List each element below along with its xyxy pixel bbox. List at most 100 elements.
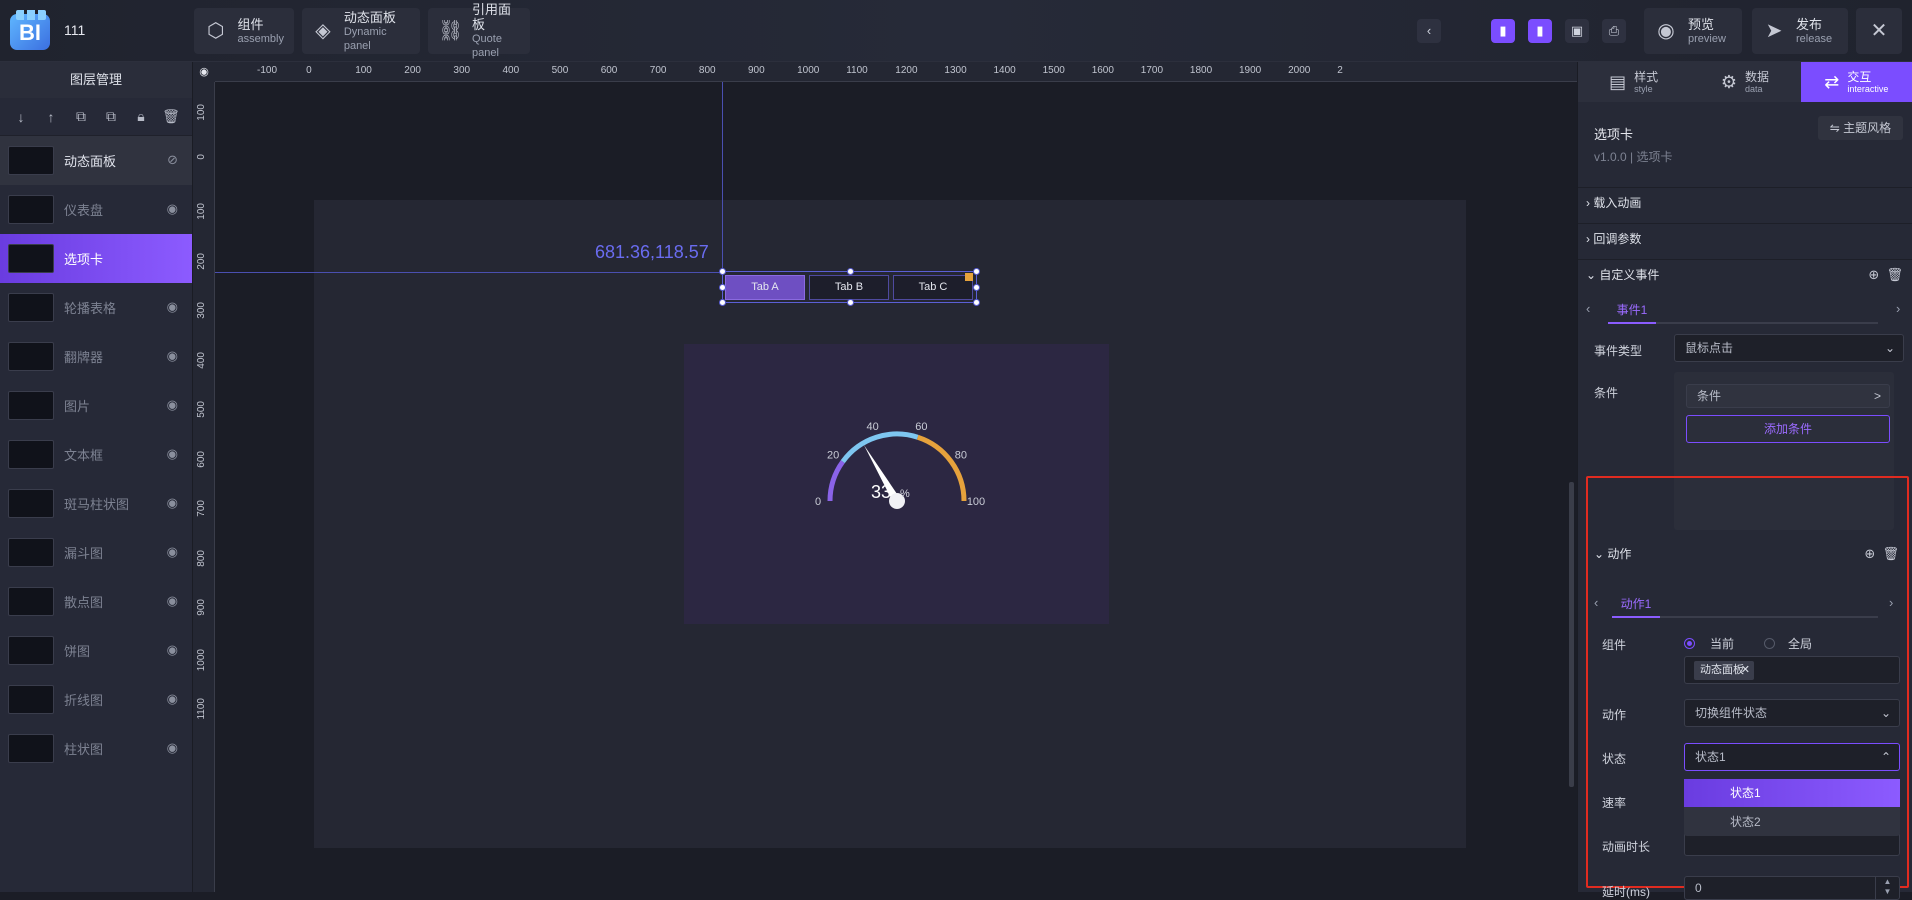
eye-icon[interactable]: ◉ (167, 299, 178, 315)
eye-hidden-icon[interactable]: ⊘ (167, 152, 178, 168)
release-button[interactable]: ➤ 发布 release (1752, 8, 1848, 54)
save-icon[interactable]: ⎙ (1602, 19, 1626, 43)
eye-icon[interactable]: ◉ (167, 201, 178, 217)
layer-name: 翻牌器 (64, 350, 104, 365)
resize-handle[interactable] (719, 268, 726, 275)
section-action[interactable]: ⌄ 动作 ⊕ 🗑︎ (1578, 539, 1912, 569)
layer-item[interactable]: 折线图 ◉ (0, 675, 192, 724)
section-load-animation[interactable]: › 载入动画 (1578, 187, 1912, 217)
move-down-icon[interactable]: ↓ (11, 109, 31, 125)
prev-action-icon[interactable]: ‹ (1594, 595, 1598, 610)
layer-item[interactable]: 饼图 ◉ (0, 626, 192, 675)
image-icon[interactable]: ▣ (1565, 19, 1589, 43)
eye-icon[interactable]: ◉ (167, 642, 178, 658)
layer-item[interactable]: 动态面板 ⊘ (0, 136, 192, 185)
left-panel-toggle-icon[interactable]: ▮ (1491, 19, 1515, 43)
add-event-icon[interactable]: ⊕ (1868, 267, 1879, 282)
resize-handle[interactable] (847, 299, 854, 306)
layer-item[interactable]: 文本框 ◉ (0, 430, 192, 479)
chevron-down-icon: ⌄ (1880, 706, 1891, 720)
layer-item[interactable]: 斑马柱状图 ◉ (0, 479, 192, 528)
state-option-2[interactable]: 状态2 (1684, 808, 1900, 836)
layer-item[interactable]: 图片 ◉ (0, 381, 192, 430)
layer-item[interactable]: 仪表盘 ◉ (0, 185, 192, 234)
prev-event-icon[interactable]: ‹ (1586, 301, 1590, 316)
preview-button[interactable]: ◉ 预览 preview (1644, 8, 1742, 54)
tab-a[interactable]: Tab A (725, 275, 805, 300)
move-up-icon[interactable]: ↑ (41, 109, 61, 125)
theme-style-button[interactable]: ⇋ 主题风格 (1818, 116, 1903, 140)
eye-icon[interactable]: ◉ (167, 544, 178, 560)
add-condition-button[interactable]: 添加条件 (1686, 415, 1890, 443)
state-option-1[interactable]: 状态1 (1684, 779, 1900, 807)
section-custom-event[interactable]: ⌄ 自定义事件 ⊕ 🗑︎ (1578, 259, 1912, 289)
layer-thumbnail (8, 195, 54, 224)
eye-icon[interactable]: ◉ (167, 446, 178, 462)
gauge-panel[interactable]: 0 20 40 60 80 100 33 % (684, 344, 1109, 624)
vertical-ruler[interactable]: 100 0 100 200 300 400 500 600 700 800 900 1000 1100 (193, 82, 215, 892)
right-panel-toggle-icon[interactable]: ▮ (1528, 19, 1552, 43)
delete-icon[interactable]: 🗑︎ (161, 108, 181, 125)
tab-c[interactable]: Tab C (893, 275, 973, 300)
resize-handle[interactable] (973, 268, 980, 275)
eye-icon[interactable]: ◉ (167, 740, 178, 756)
layer-item[interactable]: 柱状图 ◉ (0, 724, 192, 773)
layer-item[interactable]: 选项卡 (0, 234, 192, 283)
event-type-select[interactable]: 鼠标点击 ⌄ (1674, 334, 1904, 362)
eye-icon[interactable]: ◉ (167, 495, 178, 511)
radio-current[interactable] (1684, 638, 1695, 649)
dynamic-panel-button[interactable]: ◈ 动态面板 Dynamic panel (302, 8, 420, 54)
resize-handle[interactable] (973, 284, 980, 291)
layer-item[interactable]: 漏斗图 ◉ (0, 528, 192, 577)
stepper-down-icon[interactable]: ▼ (1876, 887, 1899, 897)
chip-close-icon[interactable]: ✕ (1741, 661, 1750, 680)
duplicate-icon[interactable]: ⧉ (101, 108, 121, 125)
tab-component[interactable]: Tab A Tab B Tab C (719, 268, 980, 306)
eye-icon[interactable]: ◉ (167, 593, 178, 609)
action-select[interactable]: 切换组件状态 ⌄ (1684, 699, 1900, 727)
ruler-eye-icon[interactable]: ◉ (193, 62, 215, 82)
horizontal-ruler[interactable]: -100 0 100 200 300 400 500 600 700 800 900 1000 1100… (215, 62, 1577, 82)
eye-icon[interactable]: ◉ (167, 397, 178, 413)
assembly-button[interactable]: ⬡ 组件 assembly (194, 8, 294, 54)
condition-select[interactable]: 条件 > (1686, 384, 1890, 408)
resize-handle[interactable] (973, 299, 980, 306)
quote-panel-button[interactable]: ⛓ 引用面板 Quote panel (428, 2, 530, 59)
resize-handle[interactable] (719, 284, 726, 291)
stepper[interactable]: ▲ ▼ (1875, 877, 1899, 899)
event-tab-1[interactable]: 事件1 (1608, 296, 1656, 324)
delete-event-icon[interactable]: 🗑︎ (1886, 267, 1903, 282)
canvas-scrollbar[interactable] (1569, 482, 1574, 787)
layer-item[interactable]: 翻牌器 ◉ (0, 332, 192, 381)
tab-data[interactable]: ⚙ 数据 data (1689, 62, 1800, 102)
next-action-icon[interactable]: › (1889, 595, 1893, 610)
lock-icon[interactable]: 🔒︎ (131, 108, 151, 125)
resize-handle[interactable] (719, 299, 726, 306)
close-button[interactable]: ✕ (1856, 8, 1902, 54)
layer-item[interactable]: 散点图 ◉ (0, 577, 192, 626)
selected-component-chip[interactable]: 动态面板 ✕ (1694, 661, 1754, 680)
section-callback-params[interactable]: › 回调参数 (1578, 223, 1912, 253)
copy-icon[interactable]: ⧉ (71, 108, 91, 125)
layer-item[interactable]: 轮播表格 ◉ (0, 283, 192, 332)
tab-interactive[interactable]: ⇄ 交互 interactive (1800, 62, 1912, 102)
tab-b[interactable]: Tab B (809, 275, 889, 300)
radio-global[interactable] (1764, 638, 1775, 649)
delay-input[interactable]: 0 ▲ ▼ (1684, 876, 1900, 900)
action-tab-1[interactable]: 动作1 (1612, 590, 1660, 618)
layer-name: 饼图 (64, 644, 91, 659)
next-event-icon[interactable]: › (1896, 301, 1900, 316)
canvas[interactable]: ◉ -100 0 100 200 300 400 500 600 700 800 900 1000 11… (193, 62, 1577, 892)
state-select[interactable]: 状态1 ⌃ (1684, 743, 1900, 771)
tab-style[interactable]: ▤ 样式 style (1578, 62, 1689, 102)
stepper-up-icon[interactable]: ▲ (1876, 877, 1899, 887)
gauge-tick-label: 60 (915, 421, 927, 433)
eye-icon[interactable]: ◉ (167, 348, 178, 364)
add-action-icon[interactable]: ⊕ (1864, 546, 1875, 561)
eye-icon[interactable]: ◉ (167, 691, 178, 707)
ruler-tick-label: 2000 (1288, 65, 1311, 76)
assembly-icon: ⬡ (207, 20, 225, 42)
delete-action-icon[interactable]: 🗑︎ (1882, 546, 1899, 561)
collapse-left-icon[interactable]: ‹ (1417, 19, 1441, 43)
resize-handle[interactable] (847, 268, 854, 275)
